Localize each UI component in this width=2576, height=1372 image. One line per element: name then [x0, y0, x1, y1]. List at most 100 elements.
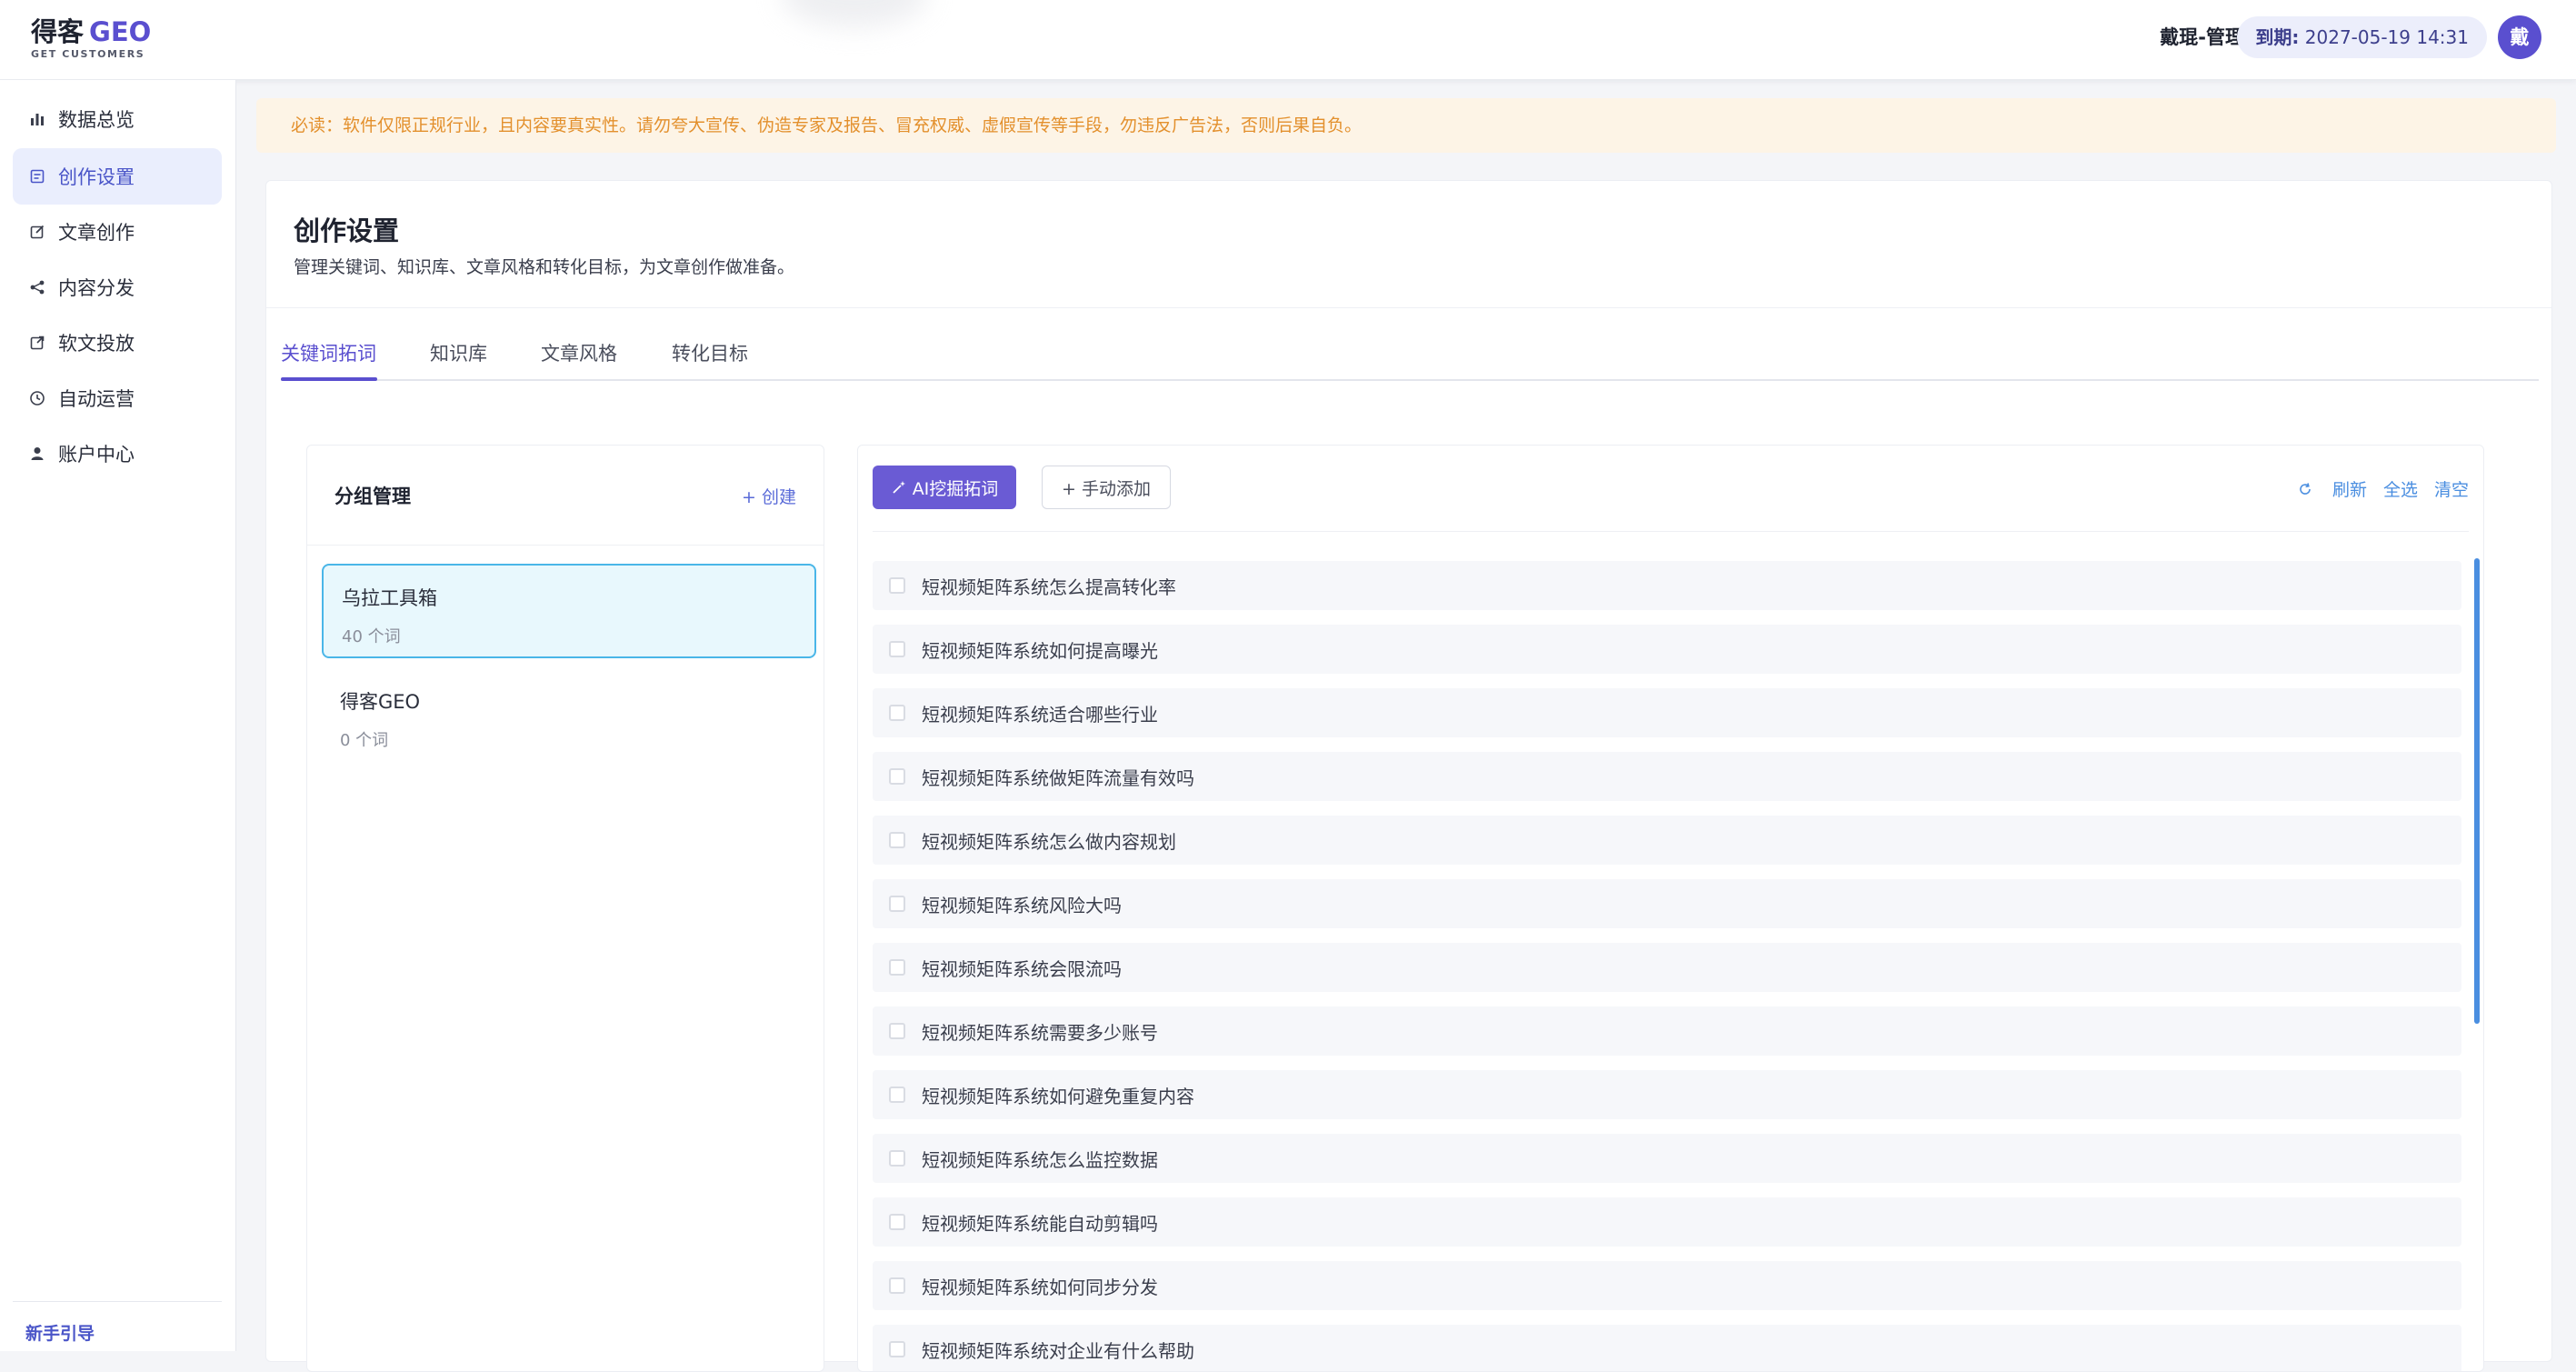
- group-count: 0 个词: [340, 731, 389, 750]
- group-name: 得客GEO: [340, 691, 421, 713]
- keyword-text: 短视频矩阵系统怎么监控数据: [922, 1148, 1158, 1171]
- keyword-list-scrollbar[interactable]: [2474, 558, 2480, 1024]
- active-tab-indicator: [281, 377, 377, 381]
- sidebar-item-label: 文章创作: [58, 222, 135, 244]
- logo[interactable]: 得客 GEO GET CUSTOMERS: [31, 16, 151, 60]
- keyword-checkbox[interactable]: [889, 1087, 905, 1103]
- group-count: 40 个词: [342, 627, 401, 646]
- keyword-checkbox[interactable]: [889, 768, 905, 785]
- beginner-guide-link[interactable]: 新手引导: [25, 1320, 95, 1345]
- creation-settings-card: 创作设置 管理关键词、知识库、文章风格和转化目标，为文章创作做准备。 关键词拓词…: [265, 180, 2552, 1372]
- keyword-text: 短视频矩阵系统如何提高曝光: [922, 639, 1158, 662]
- keyword-text: 短视频矩阵系统对企业有什么帮助: [922, 1339, 1194, 1362]
- group-panel-header: 分组管理 + 创建: [307, 446, 824, 546]
- keyword-checkbox[interactable]: [889, 577, 905, 594]
- ai-keyword-mining-button[interactable]: AI挖掘拓词: [873, 466, 1016, 509]
- keyword-row[interactable]: 短视频矩阵系统怎么监控数据: [873, 1134, 2461, 1183]
- keyword-checkbox[interactable]: [889, 896, 905, 912]
- refresh-label: 刷新: [2331, 480, 2367, 500]
- sidebar-menu: 数据总览 创作设置 文章创作 内容分发 软文投放 自动运营 账户中心 新手引导: [0, 80, 236, 1351]
- sidebar-item-account-center[interactable]: 账户中心: [13, 426, 222, 482]
- page-subtitle: 管理关键词、知识库、文章风格和转化目标，为文章创作做准备。: [294, 257, 795, 277]
- keyword-row[interactable]: 短视频矩阵系统会限流吗: [873, 943, 2461, 992]
- sidebar-item-creation-settings[interactable]: 创作设置: [13, 148, 222, 205]
- sidebar-item-auto-operation[interactable]: 自动运营: [13, 370, 222, 426]
- sidebar-item-label: 账户中心: [58, 444, 135, 466]
- sidebar-item-label: 创作设置: [58, 166, 135, 188]
- group-item[interactable]: 乌拉工具箱 40 个词: [322, 564, 816, 658]
- expire-badge: 到期: 2027-05-19 14:31: [2237, 16, 2487, 58]
- keyword-text: 短视频矩阵系统会限流吗: [922, 957, 1122, 980]
- keyword-list: 短视频矩阵系统怎么提高转化率 短视频矩阵系统如何提高曝光 短视频矩阵系统适合哪些行业…: [873, 561, 2461, 1371]
- keyword-text: 短视频矩阵系统风险大吗: [922, 894, 1122, 916]
- top-header: 得客 GEO GET CUSTOMERS 戴琨-管理员 到期: 2027-05-1…: [0, 0, 2576, 80]
- manual-add-button[interactable]: + 手动添加: [1042, 466, 1171, 509]
- tab-conversion-goal[interactable]: 转化目标: [672, 339, 748, 381]
- user-icon: [29, 446, 45, 462]
- keyword-row[interactable]: 短视频矩阵系统如何提高曝光: [873, 625, 2461, 674]
- refresh-button[interactable]: 刷新: [2298, 476, 2367, 501]
- refresh-icon: [2300, 482, 2311, 495]
- group-panel-title: 分组管理: [334, 486, 411, 507]
- logo-main: 得客: [31, 16, 85, 47]
- sidebar-item-data-overview[interactable]: 数据总览: [13, 91, 222, 147]
- ai-button-label: AI挖掘拓词: [912, 478, 999, 499]
- keyword-row[interactable]: 短视频矩阵系统风险大吗: [873, 879, 2461, 928]
- create-group-button[interactable]: + 创建: [742, 484, 796, 508]
- keyword-checkbox[interactable]: [889, 1341, 905, 1357]
- keyword-text: 短视频矩阵系统如何同步分发: [922, 1276, 1158, 1298]
- tab-bar: 关键词拓词 知识库 文章风格 转化目标: [281, 332, 2539, 381]
- sidebar-item-article-creation[interactable]: 文章创作: [13, 204, 222, 260]
- tab-keyword-expansion[interactable]: 关键词拓词: [281, 339, 376, 381]
- external-link-icon: [29, 335, 45, 351]
- logo-title: 得客 GEO: [31, 16, 151, 47]
- sidebar-item-label: 软文投放: [58, 333, 135, 355]
- bar-chart-icon: [29, 111, 45, 127]
- select-all-button[interactable]: 全选: [2383, 476, 2418, 501]
- sidebar-divider: [13, 1301, 222, 1302]
- tab-article-style[interactable]: 文章风格: [541, 339, 617, 381]
- keyword-actions: 刷新 全选 清空: [2281, 476, 2469, 501]
- expire-value: 2027-05-19 14:31: [2304, 26, 2469, 48]
- keyword-text: 短视频矩阵系统做矩阵流量有效吗: [922, 766, 1194, 789]
- keyword-text: 短视频矩阵系统能自动剪辑吗: [922, 1212, 1158, 1235]
- keyword-row[interactable]: 短视频矩阵系统如何避免重复内容: [873, 1070, 2461, 1119]
- keyword-row[interactable]: 短视频矩阵系统对企业有什么帮助: [873, 1325, 2461, 1371]
- keyword-checkbox[interactable]: [889, 705, 905, 721]
- keyword-text: 短视频矩阵系统适合哪些行业: [922, 703, 1158, 726]
- keyword-row[interactable]: 短视频矩阵系统怎么提高转化率: [873, 561, 2461, 610]
- expire-label: 到期:: [2255, 26, 2300, 48]
- card-header: 创作设置 管理关键词、知识库、文章风格和转化目标，为文章创作做准备。: [266, 181, 2551, 308]
- notice-banner: 必读：软件仅限正规行业，且内容要真实性。请勿夸大宣传、伪造专家及报告、冒充权威、…: [256, 98, 2556, 153]
- tab-knowledge-base[interactable]: 知识库: [430, 339, 487, 381]
- sidebar-item-content-distribution[interactable]: 内容分发: [13, 259, 222, 315]
- keyword-checkbox[interactable]: [889, 959, 905, 976]
- toolbar-divider: [873, 531, 2469, 532]
- keyword-checkbox[interactable]: [889, 1150, 905, 1167]
- keyword-row[interactable]: 短视频矩阵系统需要多少账号: [873, 1006, 2461, 1056]
- settings-doc-icon: [29, 168, 45, 185]
- header-decoration: [782, 0, 927, 27]
- keyword-checkbox[interactable]: [889, 832, 905, 848]
- keyword-text: 短视频矩阵系统怎么提高转化率: [922, 576, 1176, 598]
- logo-geo: GEO: [89, 16, 152, 47]
- share-icon: [29, 279, 45, 295]
- group-item[interactable]: 得客GEO 0 个词: [322, 669, 816, 764]
- keyword-checkbox[interactable]: [889, 641, 905, 657]
- page-title: 创作设置: [294, 215, 400, 246]
- keyword-row[interactable]: 短视频矩阵系统怎么做内容规划: [873, 816, 2461, 865]
- clock-icon: [29, 390, 45, 406]
- keyword-checkbox[interactable]: [889, 1214, 905, 1230]
- keyword-checkbox[interactable]: [889, 1023, 905, 1039]
- sidebar-item-soft-article[interactable]: 软文投放: [13, 315, 222, 371]
- keyword-row[interactable]: 短视频矩阵系统如何同步分发: [873, 1261, 2461, 1310]
- keyword-checkbox[interactable]: [889, 1277, 905, 1294]
- keyword-text: 短视频矩阵系统需要多少账号: [922, 1021, 1158, 1044]
- sidebar-item-label: 数据总览: [58, 109, 135, 131]
- keyword-row[interactable]: 短视频矩阵系统能自动剪辑吗: [873, 1197, 2461, 1247]
- clear-button[interactable]: 清空: [2434, 476, 2469, 501]
- keyword-row[interactable]: 短视频矩阵系统适合哪些行业: [873, 688, 2461, 737]
- avatar[interactable]: 戴: [2498, 15, 2541, 59]
- sidebar-item-label: 自动运营: [58, 388, 135, 410]
- keyword-row[interactable]: 短视频矩阵系统做矩阵流量有效吗: [873, 752, 2461, 801]
